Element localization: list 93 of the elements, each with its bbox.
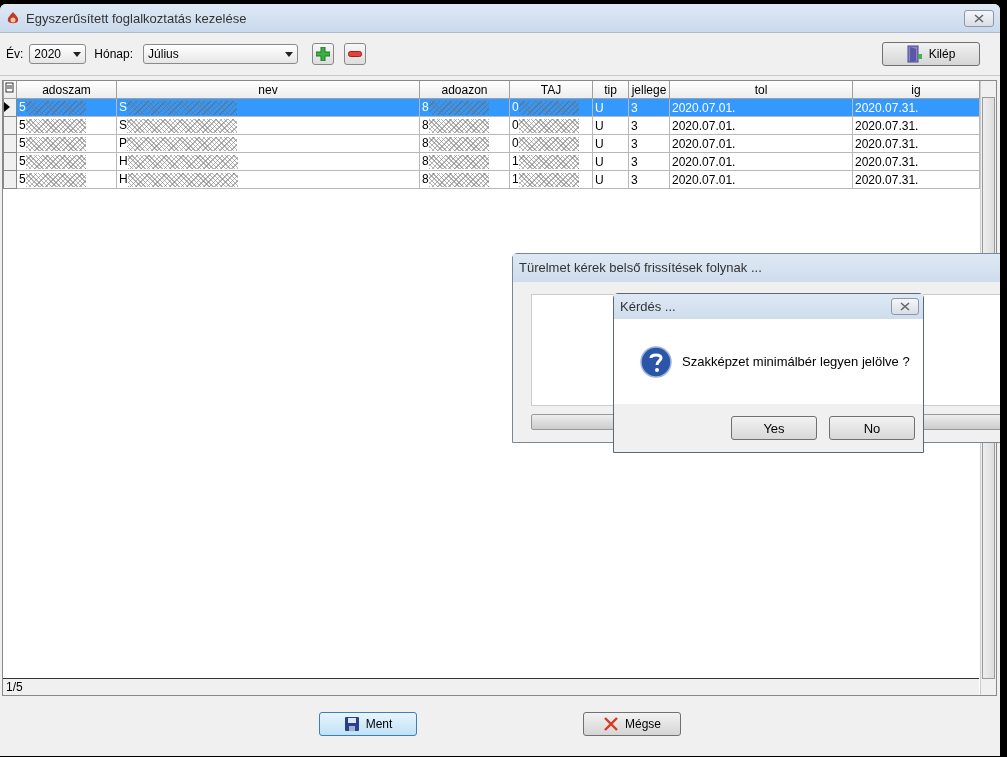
window-title: Egyszerűsített foglalkoztatás kezelése [26,10,247,26]
table-cell: 2020.07.01. [672,118,736,133]
record-counter: 1/5 [3,678,979,695]
close-icon [974,13,984,23]
table-cell: 3 [631,154,638,169]
redaction-mark [518,100,579,115]
table-cell: 0 [512,100,519,115]
table-cell: U [595,172,604,187]
redaction-mark [518,136,579,151]
redaction-mark [518,154,579,169]
redaction-mark [25,136,86,151]
dialog-title: Türelmet kérek belső frissítések folynak ... [513,254,1000,282]
table-cell: 8 [422,172,429,187]
minus-icon [348,51,363,57]
table-cell: 2020.07.31. [855,154,919,169]
year-dropdown[interactable]: 2020 [29,44,87,64]
table-cell: 2020.07.31. [855,136,919,151]
dialog-button[interactable]: No [829,416,915,440]
table-cell: S [119,118,127,133]
save-button[interactable]: Ment [319,712,417,736]
redaction-mark [518,118,579,133]
question-icon [640,345,672,378]
table-cell: 2020.07.01. [672,154,736,169]
table-cell: 0 [512,136,519,151]
redaction-mark [428,154,489,169]
caret-icon [285,51,294,57]
plus-icon [316,47,331,61]
column-header[interactable]: nev [116,81,420,99]
redaction-mark [25,172,86,187]
redaction-mark [428,136,489,151]
dialog-message: Szakképzet minimálbér legyen jelölve ? [682,354,910,369]
table-cell: 3 [631,136,638,151]
column-header[interactable]: tip [592,81,629,99]
table-cell: H [119,172,128,187]
table-cell: U [595,136,604,151]
remove-button[interactable] [344,43,367,65]
table-cell: U [595,154,604,169]
table-cell: H [119,154,128,169]
table-cell: U [595,118,604,133]
table-cell: 2020.07.31. [855,118,919,133]
column-header[interactable]: ig [852,81,980,99]
app-icon [6,11,20,25]
cancel-button[interactable]: Mégse [583,712,681,736]
table-cell: 5 [19,100,26,115]
redaction-mark [428,118,489,133]
table-cell: 5 [19,172,26,187]
table-cell: S [119,100,127,115]
column-header[interactable]: adoszam [16,81,117,99]
exit-button[interactable]: Kilép [882,42,980,66]
dialog-title: Kérdés ... [620,299,676,314]
table-cell: 1 [512,172,519,187]
caret-icon [73,51,82,57]
column-header[interactable]: adoazon [419,81,510,99]
redaction-mark [428,100,489,115]
year-label: Év: [6,47,24,61]
door-icon [906,45,923,63]
column-header[interactable]: jellege [628,81,670,99]
table-cell: 2020.07.31. [855,100,919,115]
table-cell: 8 [422,154,429,169]
table-cell: 1 [512,154,519,169]
redaction-mark [428,172,489,187]
close-icon [900,302,910,311]
grid-menu-icon[interactable] [5,82,15,94]
table-cell: 8 [422,136,429,151]
dialog-button[interactable]: Yes [731,416,817,440]
table-cell: 2020.07.01. [672,172,736,187]
close-button[interactable] [964,9,994,27]
table-cell: 2020.07.31. [855,172,919,187]
redaction-mark [25,154,86,169]
column-header[interactable]: tol [669,81,853,99]
column-header[interactable]: TAJ [509,81,593,99]
table-cell: P [119,136,127,151]
redaction-mark [25,118,86,133]
close-icon [603,716,619,732]
current-row-icon [4,101,10,112]
table-cell: 2020.07.01. [672,100,736,115]
table-cell: U [595,100,604,115]
table-cell: 5 [19,154,26,169]
table-cell: 3 [631,100,638,115]
redaction-mark [518,172,579,187]
redaction-mark [25,100,86,115]
table-cell: 8 [422,118,429,133]
close-button[interactable] [891,298,919,315]
table-cell: 0 [512,118,519,133]
add-button[interactable] [312,43,335,65]
table-cell: 5 [19,136,26,151]
table-cell: 3 [631,118,638,133]
table-cell: 5 [19,118,26,133]
month-label: Hónap: [94,47,134,61]
table-cell: 2020.07.01. [672,136,736,151]
table-cell: 8 [422,100,429,115]
month-dropdown[interactable]: Július [143,44,299,64]
table-cell: 3 [631,172,638,187]
